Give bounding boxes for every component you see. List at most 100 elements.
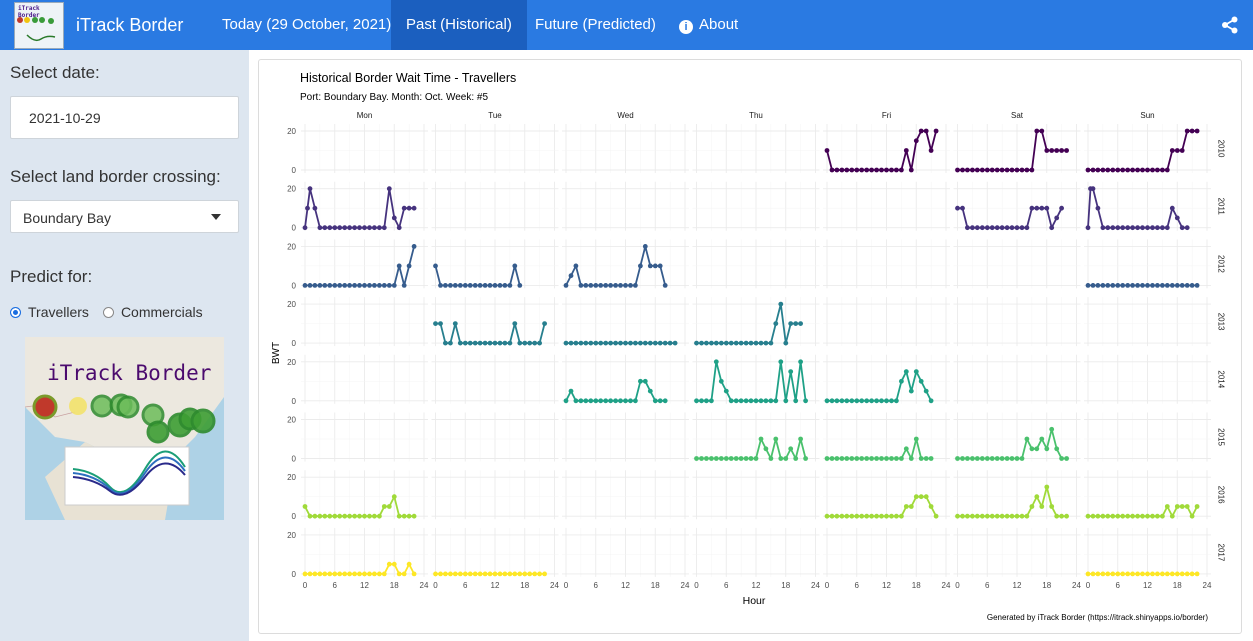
data-point <box>1125 571 1131 577</box>
x-tick-label: 18 <box>390 581 399 590</box>
crossing-select[interactable]: Boundary Bay <box>10 200 239 233</box>
nav-past[interactable]: Past (Historical) <box>391 0 527 50</box>
x-tick-label: 0 <box>433 581 438 590</box>
data-point <box>955 456 960 461</box>
data-point <box>1125 225 1131 231</box>
data-point <box>960 167 965 173</box>
data-point <box>704 398 709 404</box>
data-point <box>448 571 453 577</box>
facet-col-label: Tue <box>488 111 502 120</box>
data-point <box>984 456 990 461</box>
data-point <box>1135 167 1140 173</box>
data-point <box>302 571 308 577</box>
data-point <box>391 215 397 221</box>
data-point <box>322 225 328 231</box>
share-icon[interactable] <box>1221 16 1239 34</box>
data-point <box>477 571 483 577</box>
chevron-down-icon <box>211 214 221 220</box>
x-tick-label: 6 <box>333 581 338 590</box>
data-point <box>903 504 909 509</box>
data-point <box>1110 167 1116 173</box>
data-point <box>778 301 784 307</box>
data-point <box>568 273 574 279</box>
brand[interactable]: iTrack Border iTrack Border <box>14 1 183 49</box>
data-point <box>1179 283 1185 288</box>
x-tick-label: 24 <box>1072 581 1081 590</box>
data-point <box>699 398 704 404</box>
data-point <box>396 263 402 269</box>
data-point <box>1179 225 1185 231</box>
nav-future[interactable]: Future (Predicted) <box>520 0 671 50</box>
data-point <box>1024 167 1030 173</box>
data-point <box>1155 225 1160 231</box>
data-point <box>1115 167 1121 173</box>
data-point <box>829 456 835 461</box>
data-point <box>1150 225 1155 231</box>
data-point <box>928 398 934 404</box>
data-point <box>824 513 830 519</box>
data-point <box>362 225 367 231</box>
data-point <box>613 283 618 288</box>
data-point <box>783 456 789 461</box>
data-point <box>1150 513 1155 519</box>
data-point <box>588 283 594 288</box>
data-point <box>1085 167 1091 173</box>
crossing-value: Boundary Bay <box>23 210 111 226</box>
data-point <box>386 561 392 567</box>
radio-commercials-label[interactable]: Commercials <box>121 304 203 320</box>
radio-travellers-label[interactable]: Travellers <box>28 304 89 320</box>
data-point <box>899 167 904 173</box>
data-point <box>492 340 498 346</box>
data-point <box>773 321 779 326</box>
x-tick-label: 18 <box>1173 581 1182 590</box>
data-point <box>583 398 589 404</box>
nav-today[interactable]: Today (29 October, 2021) <box>207 0 406 50</box>
data-point <box>923 456 929 461</box>
data-point <box>472 283 478 288</box>
data-point <box>788 446 794 452</box>
data-point <box>1130 225 1135 231</box>
data-point <box>457 283 463 288</box>
data-point <box>889 513 894 519</box>
data-point <box>1090 167 1096 173</box>
x-tick-label: 12 <box>621 581 630 590</box>
sidebar: Select date: 2021-10-29 Select land bord… <box>0 50 249 641</box>
x-tick-label: 0 <box>825 581 830 590</box>
x-tick-label: 12 <box>360 581 369 590</box>
data-point <box>522 571 528 577</box>
data-point <box>305 205 310 211</box>
date-input[interactable]: 2021-10-29 <box>10 96 239 139</box>
data-point <box>588 398 594 404</box>
data-point <box>753 456 759 461</box>
data-point <box>884 167 889 173</box>
nav-about[interactable]: i About <box>664 0 753 50</box>
data-point <box>482 283 488 288</box>
data-point <box>327 571 333 577</box>
data-point <box>933 513 939 519</box>
data-point <box>1125 513 1131 519</box>
data-point <box>758 340 764 346</box>
data-point <box>1110 571 1116 577</box>
data-point <box>1054 148 1060 153</box>
radio-travellers[interactable] <box>10 306 21 318</box>
data-point <box>768 398 774 404</box>
data-point <box>824 148 830 153</box>
data-point <box>411 205 417 211</box>
data-point <box>854 456 860 461</box>
data-point <box>396 225 402 231</box>
data-point <box>979 225 985 231</box>
data-point <box>859 513 865 519</box>
data-point <box>728 456 734 461</box>
data-point <box>1014 513 1020 519</box>
data-point <box>462 571 468 577</box>
data-point <box>839 167 845 173</box>
data-point <box>798 321 803 326</box>
data-point <box>1174 571 1180 577</box>
data-point <box>803 398 808 404</box>
x-tick-label: 12 <box>1143 581 1152 590</box>
radio-commercials[interactable] <box>102 306 114 318</box>
data-point <box>433 321 438 326</box>
x-tick-label: 24 <box>942 581 951 590</box>
data-point <box>1169 205 1175 211</box>
data-point <box>598 398 604 404</box>
